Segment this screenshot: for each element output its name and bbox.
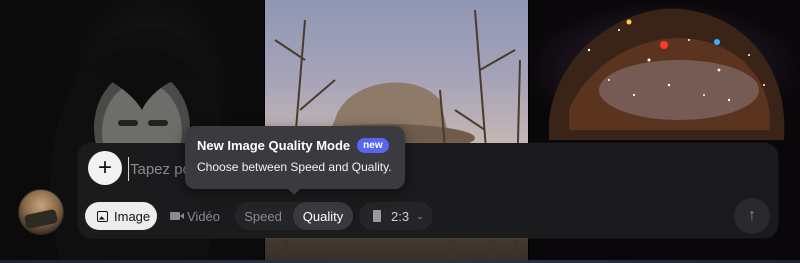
- mode-image-label: Image: [114, 208, 151, 224]
- arrow-up-icon: ↑: [748, 207, 756, 224]
- user-avatar[interactable]: [18, 189, 64, 235]
- add-button[interactable]: +: [88, 151, 122, 185]
- portrait-ratio-icon: [373, 210, 381, 222]
- quality-mode-tooltip: New Image Quality Mode new Choose betwee…: [185, 126, 405, 195]
- quality-label: Quality: [302, 208, 344, 224]
- chevron-down-icon: ⌄: [416, 210, 424, 221]
- mode-video-button[interactable]: Vidéo: [162, 202, 230, 230]
- quality-option[interactable]: Quality: [293, 202, 353, 230]
- mode-video-label: Vidéo: [187, 208, 221, 224]
- send-button[interactable]: ↑: [734, 198, 770, 234]
- tooltip-description: Choose between Speed and Quality.: [197, 160, 392, 174]
- speed-option[interactable]: Speed: [235, 202, 291, 230]
- quality-mode-switch: Speed Quality: [235, 202, 353, 230]
- prompt-composer: + Image Vidéo Speed Quality 2:3 ⌄ ↑: [78, 143, 778, 238]
- tooltip-title: New Image Quality Mode: [197, 138, 351, 153]
- video-camera-icon: [170, 212, 180, 220]
- aspect-ratio-value: 2:3: [391, 208, 410, 224]
- mode-image-button[interactable]: Image: [85, 202, 157, 230]
- image-icon: [97, 210, 108, 222]
- tooltip-header: New Image Quality Mode new: [197, 138, 393, 153]
- speed-label: Speed: [244, 208, 282, 224]
- aspect-ratio-dropdown[interactable]: 2:3 ⌄: [359, 202, 433, 230]
- new-badge: new: [357, 138, 389, 153]
- plus-icon: +: [97, 154, 112, 181]
